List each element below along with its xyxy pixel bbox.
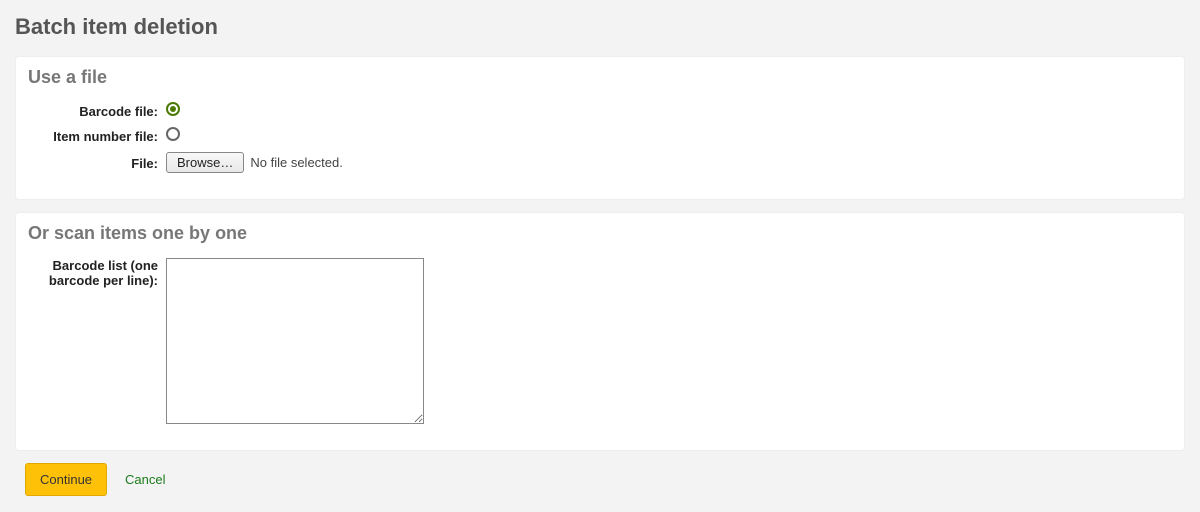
actions-bar: Continue Cancel bbox=[15, 463, 1185, 496]
browse-button[interactable]: Browse… bbox=[166, 152, 244, 173]
item-number-file-radio[interactable] bbox=[166, 127, 180, 141]
use-file-panel: Use a file Barcode file: Item number fil… bbox=[15, 56, 1185, 200]
use-file-heading: Use a file bbox=[28, 67, 1172, 88]
radio-dot-icon bbox=[170, 106, 176, 112]
barcode-list-label: Barcode list (one barcode per line): bbox=[28, 258, 158, 288]
file-label: File: bbox=[28, 154, 158, 171]
file-status: No file selected. bbox=[250, 155, 343, 170]
barcode-file-radio[interactable] bbox=[166, 102, 180, 116]
scan-panel: Or scan items one by one Barcode list (o… bbox=[15, 212, 1185, 451]
scan-heading: Or scan items one by one bbox=[28, 223, 1172, 244]
item-number-file-label: Item number file: bbox=[28, 127, 158, 144]
cancel-link[interactable]: Cancel bbox=[125, 472, 165, 487]
barcode-list-textarea[interactable] bbox=[166, 258, 424, 424]
page-title: Batch item deletion bbox=[15, 14, 1185, 40]
continue-button[interactable]: Continue bbox=[25, 463, 107, 496]
barcode-file-label: Barcode file: bbox=[28, 102, 158, 119]
